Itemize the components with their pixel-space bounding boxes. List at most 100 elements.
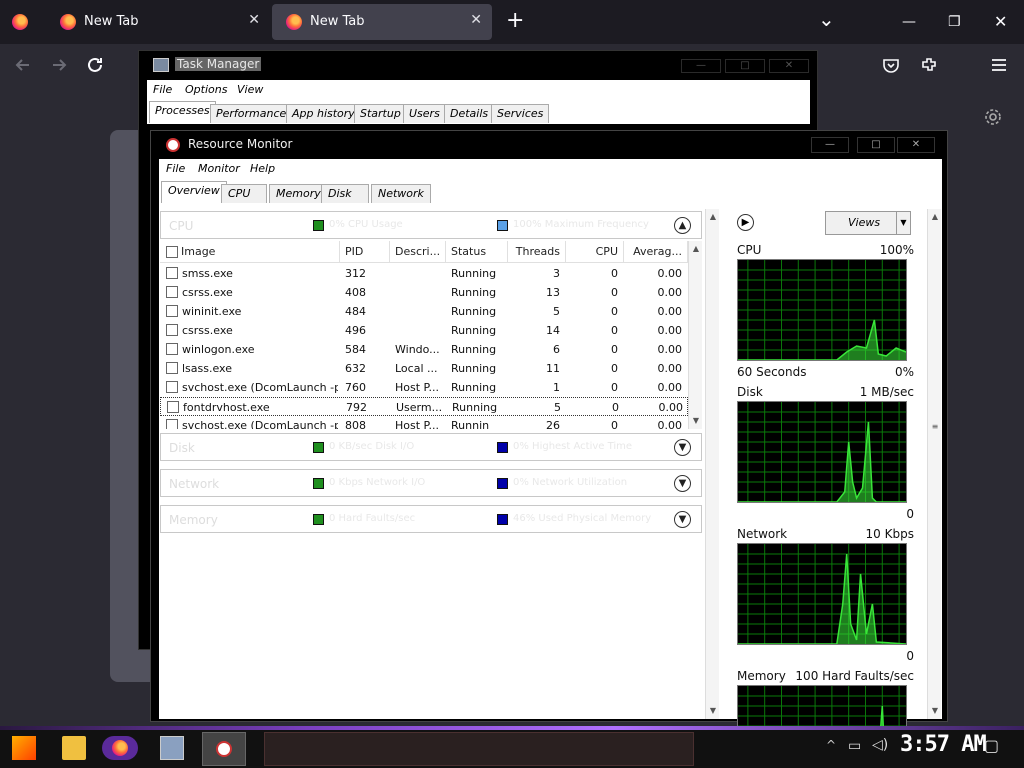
table-scrollbar[interactable]: ▲ ▼ <box>688 241 702 429</box>
table-row[interactable]: wininit.exe 484 Running 5 0 0.00 <box>160 302 688 321</box>
tab-app-history[interactable]: App history <box>286 104 361 123</box>
col-cpu[interactable]: CPU <box>566 241 624 263</box>
table-row[interactable]: csrss.exe 496 Running 14 0 0.00 <box>160 321 688 340</box>
expand-chevron-icon[interactable]: ▼ <box>674 475 691 492</box>
views-dropdown-button[interactable]: Views ▼ <box>825 211 911 235</box>
row-checkbox[interactable] <box>166 419 178 429</box>
row-checkbox[interactable] <box>166 343 178 355</box>
tab-close-icon[interactable]: ✕ <box>248 12 260 28</box>
tab-startup[interactable]: Startup <box>354 104 407 123</box>
pocket-icon[interactable] <box>882 56 900 74</box>
table-row[interactable]: smss.exe 312 Running 3 0 0.00 <box>160 264 688 283</box>
tm-maximize-button[interactable]: □ <box>725 59 765 73</box>
table-row[interactable]: lsass.exe 632 Local ... Running 11 0 0.00 <box>160 359 688 378</box>
menu-file[interactable]: File <box>153 83 172 96</box>
rm-maximize-button[interactable]: □ <box>857 137 895 153</box>
disk-section-header[interactable]: Disk 0 KB/sec Disk I/O 0% Highest Active… <box>160 433 702 461</box>
cell-image: lsass.exe <box>182 362 232 375</box>
col-pid[interactable]: PID <box>340 241 390 263</box>
tab-memory[interactable]: Memory <box>269 184 328 203</box>
table-row[interactable]: csrss.exe 408 Running 13 0 0.00 <box>160 283 688 302</box>
tab-close-icon[interactable]: ✕ <box>470 12 482 28</box>
row-checkbox[interactable] <box>166 286 178 298</box>
resource-monitor-taskbar-icon[interactable] <box>202 732 246 766</box>
tab-performance[interactable]: Performance <box>210 104 293 123</box>
table-row[interactable]: svchost.exe (DcomLaunch -p) 760 Host P... R… <box>160 378 688 397</box>
expand-chevron-icon[interactable]: ▼ <box>674 511 691 528</box>
col-threads[interactable]: Threads <box>508 241 566 263</box>
taskbar-search-box[interactable] <box>264 732 694 766</box>
menu-view[interactable]: View <box>237 83 263 96</box>
scroll-grip-icon[interactable]: ≡ <box>929 421 941 433</box>
tab-network[interactable]: Network <box>371 184 431 203</box>
start-icon[interactable] <box>12 736 36 760</box>
tab-disk[interactable]: Disk <box>321 184 369 203</box>
col-description[interactable]: Descri... <box>390 241 446 263</box>
table-row[interactable]: svchost.exe (DcomLaunch -p) 808 Host P... R… <box>160 416 688 429</box>
table-row[interactable]: winlogon.exe 584 Windo... Running 6 0 0.00 <box>160 340 688 359</box>
back-icon[interactable] <box>14 56 32 74</box>
row-checkbox[interactable] <box>166 324 178 336</box>
task-manager-taskbar-icon[interactable] <box>160 736 184 760</box>
graphs-scrollbar[interactable]: ▲ ≡ ▼ <box>927 209 941 719</box>
tab-details[interactable]: Details <box>444 104 495 123</box>
col-image[interactable]: Image <box>176 241 340 263</box>
row-checkbox[interactable] <box>166 362 178 374</box>
new-tab-button[interactable]: + <box>506 10 524 32</box>
tm-close-button[interactable]: ✕ <box>769 59 809 73</box>
table-row[interactable]: fontdrvhost.exe 792 Userm... Running 5 0 0.00 <box>160 397 688 416</box>
cpu-section-header[interactable]: CPU 0% CPU Usage 100% Maximum Frequency … <box>160 211 702 239</box>
expand-graphs-chevron-icon[interactable]: ▶ <box>737 214 754 231</box>
menu-options[interactable]: Options <box>185 83 227 96</box>
reload-icon[interactable] <box>86 56 104 74</box>
tab-cpu[interactable]: CPU <box>221 184 267 203</box>
tab-services[interactable]: Services <box>491 104 550 123</box>
row-checkbox[interactable] <box>166 267 178 279</box>
tm-minimize-button[interactable]: — <box>681 59 721 73</box>
window-close-button[interactable]: ✕ <box>994 13 1007 31</box>
firefox-taskbar-icon[interactable] <box>102 736 138 760</box>
scroll-up-icon[interactable]: ▲ <box>690 243 702 255</box>
menu-help[interactable]: Help <box>250 162 275 175</box>
scroll-up-icon[interactable]: ▲ <box>929 211 941 223</box>
forward-icon[interactable] <box>50 56 68 74</box>
network-section-header[interactable]: Network 0 Kbps Network I/O 0% Network Ut… <box>160 469 702 497</box>
scroll-up-icon[interactable]: ▲ <box>707 211 719 223</box>
file-explorer-icon[interactable] <box>62 736 86 760</box>
window-maximize-button[interactable]: ❐ <box>948 13 961 31</box>
row-checkbox[interactable] <box>167 401 179 413</box>
scroll-down-icon[interactable]: ▼ <box>690 415 702 427</box>
rm-minimize-button[interactable]: — <box>811 137 849 153</box>
row-checkbox[interactable] <box>166 305 178 317</box>
volume-icon[interactable]: ◁) <box>872 737 888 753</box>
row-checkbox[interactable] <box>166 381 178 393</box>
collapse-chevron-icon[interactable]: ▲ <box>674 217 691 234</box>
list-all-tabs-button[interactable]: ⌄ <box>818 9 835 29</box>
menu-monitor[interactable]: Monitor <box>198 162 240 175</box>
network-icon[interactable]: ▭ <box>848 738 861 754</box>
expand-chevron-icon[interactable]: ▼ <box>674 439 691 456</box>
resource-monitor-titlebar[interactable]: Resource Monitor — □ ✕ <box>151 131 947 159</box>
tab-overview[interactable]: Overview <box>161 181 227 203</box>
menu-file[interactable]: File <box>166 162 185 175</box>
window-minimize-button[interactable]: — <box>902 13 916 31</box>
memory-section-header[interactable]: Memory 0 Hard Faults/sec 46% Used Physic… <box>160 505 702 533</box>
gear-icon[interactable] <box>984 108 1002 126</box>
col-status[interactable]: Status <box>446 241 508 263</box>
scroll-down-icon[interactable]: ▼ <box>707 705 719 717</box>
firefox-menu-icon[interactable] <box>12 14 28 30</box>
task-manager-titlebar[interactable]: Task Manager — □ ✕ <box>139 51 817 79</box>
taskbar-clock[interactable]: 3:57 AM <box>900 732 987 757</box>
browser-tab-1[interactable]: New Tab ✕ <box>46 4 270 40</box>
tab-users[interactable]: Users <box>403 104 446 123</box>
col-average-cpu[interactable]: Averag... <box>624 241 688 263</box>
tab-processes[interactable]: Processes <box>149 101 216 123</box>
scroll-down-icon[interactable]: ▼ <box>929 705 941 717</box>
notification-icon[interactable]: ▢ <box>984 736 999 755</box>
rm-close-button[interactable]: ✕ <box>897 137 935 153</box>
extensions-icon[interactable] <box>920 56 938 74</box>
show-hidden-icons-icon[interactable]: ^ <box>826 738 836 752</box>
sections-scrollbar[interactable]: ▲ ▼ <box>705 209 719 719</box>
browser-tab-2[interactable]: New Tab ✕ <box>272 4 492 40</box>
app-menu-icon[interactable] <box>990 56 1008 74</box>
